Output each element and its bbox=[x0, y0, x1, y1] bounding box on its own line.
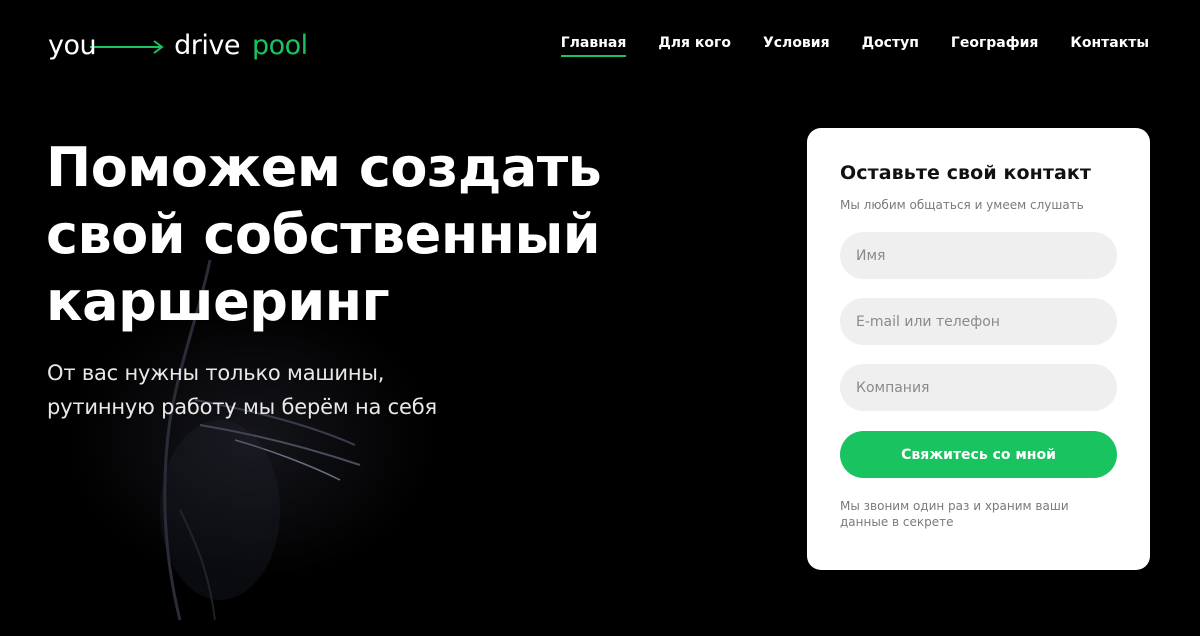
nav-item-geography[interactable]: География bbox=[951, 35, 1039, 55]
nav-item-contacts[interactable]: Контакты bbox=[1070, 35, 1149, 55]
hero-subtitle-line: рутинную работу мы берём на себя bbox=[47, 395, 437, 419]
form-subtitle: Мы любим общаться и умеем слушать bbox=[840, 198, 1084, 212]
hero-title: Поможем создать свой собственный каршери… bbox=[46, 134, 766, 335]
logo-you-text: you bbox=[48, 29, 97, 61]
nav-item-for-whom[interactable]: Для кого bbox=[658, 35, 731, 55]
hero-title-line: свой собственный bbox=[46, 203, 601, 266]
logo-pool-text: pool bbox=[251, 29, 308, 61]
hero-title-line: каршеринг bbox=[46, 270, 390, 333]
company-input[interactable] bbox=[840, 364, 1117, 411]
email-or-phone-input[interactable] bbox=[840, 298, 1117, 345]
logo-arrow-icon bbox=[90, 40, 164, 54]
privacy-note: Мы звоним один раз и храним ваши данные … bbox=[840, 499, 1069, 529]
logo-drive-text: drive bbox=[174, 29, 240, 61]
logo[interactable]: you drive pool bbox=[48, 28, 308, 62]
landing-page: you drive pool Главная Для кого Условия … bbox=[0, 0, 1200, 636]
nav-item-conditions[interactable]: Условия bbox=[763, 35, 830, 55]
form-title: Оставьте свой контакт bbox=[840, 162, 1091, 184]
nav-item-home[interactable]: Главная bbox=[560, 35, 626, 57]
contact-me-button[interactable]: Свяжитесь со мной bbox=[840, 431, 1117, 478]
nav-item-access[interactable]: Доступ bbox=[862, 35, 919, 55]
contact-form-card: Оставьте свой контакт Мы любим общаться … bbox=[807, 128, 1150, 570]
hero-title-line: Поможем создать bbox=[46, 136, 602, 199]
main-nav: Главная Для кого Условия Доступ Географи… bbox=[560, 35, 1149, 57]
name-input[interactable] bbox=[840, 232, 1117, 279]
hero-subtitle-line: От вас нужны только машины, bbox=[47, 361, 385, 385]
hero-subtitle: От вас нужны только машины, рутинную раб… bbox=[47, 356, 607, 424]
